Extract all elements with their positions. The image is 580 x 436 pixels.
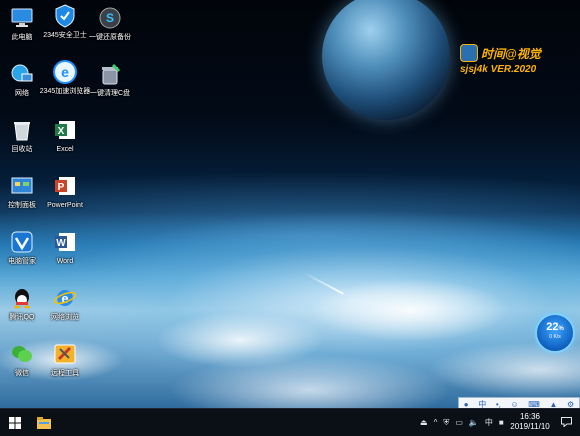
planet-graphic — [322, 0, 450, 120]
desktop: 此电脑 2345安全卫士 S 一键还原备份 网络 e 2345加速浏览器 一键清… — [0, 0, 580, 408]
word-icon: W — [53, 230, 77, 254]
powerpoint-icon: P — [53, 174, 77, 198]
ime-emoji-button[interactable]: ☺ — [511, 399, 519, 408]
ime-punctuation-toggle[interactable]: •, — [496, 399, 501, 408]
qq-icon — [10, 286, 34, 310]
watermark-subtitle: sjsj4k VER.2020 — [460, 64, 537, 75]
watermark-title: 时间@视觉 — [481, 46, 541, 61]
speed-ball-value: 22% — [546, 321, 564, 333]
svg-text:e: e — [61, 64, 69, 80]
browser-icon: e — [53, 60, 77, 84]
brand-watermark: 时间@视觉 sjsj4k VER.2020 — [460, 44, 570, 75]
app-tray-icon[interactable]: ■ — [499, 418, 504, 427]
clock-time: 16:36 — [519, 412, 541, 421]
computer-icon — [10, 6, 34, 30]
desktop-icon-tools[interactable]: 远程工具 — [37, 342, 93, 378]
icon-label: 一键还原备份 — [89, 34, 131, 41]
clock[interactable]: 16:36 2019/11/10 — [504, 412, 556, 432]
control-panel-icon — [10, 174, 34, 198]
network-icon — [10, 62, 34, 86]
desktop-icon-cleanup[interactable]: 一键清理C盘 — [82, 62, 138, 98]
wechat-icon — [10, 342, 34, 366]
system-tray: ⏏ ^ ⛨ ▭ 🔈 中 ■ — [420, 409, 504, 436]
file-explorer-icon — [37, 416, 51, 429]
ime-mode-toggle[interactable]: 中 — [478, 399, 486, 408]
desktop-icon-excel[interactable]: X Excel — [37, 118, 93, 154]
speed-ball-widget[interactable]: 22% 0 K/s — [535, 313, 575, 353]
cleanup-icon — [98, 62, 122, 86]
recycle-bin-icon — [10, 118, 34, 142]
desktop-icon-powerpoint[interactable]: P PowerPoint — [37, 174, 93, 210]
volume-icon[interactable]: 🔈 — [469, 418, 479, 427]
icon-label: Excel — [56, 146, 74, 153]
start-button[interactable] — [0, 409, 30, 436]
desktop-icon-word[interactable]: W Word — [37, 230, 93, 266]
ime-settings-button[interactable]: ⚙ — [567, 399, 574, 408]
input-language-bar[interactable]: ● 中 •, ☺ ⌨ ▲ ⚙ — [458, 397, 580, 408]
tray-overflow-button[interactable]: ^ — [434, 418, 438, 427]
notification-icon — [560, 417, 572, 427]
clock-date: 2019/11/10 — [510, 422, 550, 431]
pc-manager-icon — [10, 230, 34, 254]
icon-label: 一键清理C盘 — [89, 90, 131, 97]
ime-indicator[interactable]: 中 — [485, 417, 493, 428]
excel-icon: X — [53, 118, 77, 142]
shield-icon — [53, 4, 77, 28]
icon-label: Word — [56, 258, 74, 265]
restore-icon: S — [98, 6, 122, 30]
svg-text:P: P — [58, 182, 65, 193]
ime-logo-icon[interactable]: ● — [464, 399, 469, 408]
svg-text:W: W — [56, 238, 66, 249]
brand-logo-icon — [460, 44, 478, 62]
icon-label: PowerPoint — [47, 202, 83, 209]
ime-keyboard-button[interactable]: ⌨ — [528, 399, 540, 408]
desktop-icon-restore[interactable]: S 一键还原备份 — [82, 6, 138, 42]
desktop-icon-ie[interactable]: e 网络浏览 — [37, 286, 93, 322]
icon-label: 网络浏览 — [51, 314, 79, 321]
speed-ball-net: 0 K/s — [549, 334, 561, 340]
taskbar-file-explorer[interactable] — [34, 413, 54, 432]
svg-text:S: S — [106, 11, 114, 25]
tools-icon — [53, 342, 77, 366]
windows-logo-icon — [9, 416, 21, 429]
icon-label: 远程工具 — [51, 370, 79, 377]
usb-icon[interactable]: ⏏ — [420, 418, 428, 427]
notification-center-button[interactable] — [558, 414, 574, 430]
svg-text:X: X — [58, 126, 65, 137]
ie-icon: e — [53, 286, 77, 310]
network-tray-icon[interactable]: ▭ — [455, 418, 463, 427]
security-tray-icon[interactable]: ⛨ — [443, 418, 449, 428]
ime-skin-icon[interactable]: ▲ — [549, 399, 557, 408]
taskbar: ⏏ ^ ⛨ ▭ 🔈 中 ■ 16:36 2019/11/10 — [0, 408, 580, 436]
